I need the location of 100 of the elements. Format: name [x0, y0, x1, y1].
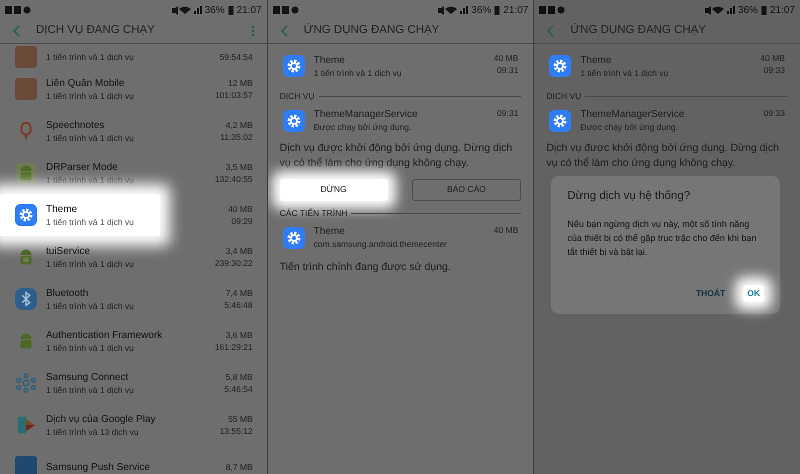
- app-info: com.samsung.android.themecenter: [314, 238, 448, 250]
- app-entry[interactable]: Theme 1 tiến trình và 1 dịch vụ: [0, 194, 160, 236]
- run-time: 09:31: [497, 64, 518, 76]
- signal-icons: [438, 6, 468, 14]
- gear-icon: [282, 226, 305, 248]
- description-text: Dịch vụ được khởi động bởi ứng dụng. Dừng dịch vụ có thể làm cho ứng dụng không chạy.: [278, 140, 514, 171]
- battery-percent: 36%: [471, 4, 492, 18]
- memory-size: 7,4 MB: [226, 287, 253, 299]
- dialog-button[interactable]: THOÁT: [692, 285, 730, 302]
- service-info: Được chạy bởi ứng dụng.: [314, 121, 412, 134]
- gear-icon: [282, 55, 305, 77]
- app-info: 1 tiến trình và 1 dịch vụ: [314, 66, 403, 78]
- section-header: DỊCH VỤ: [546, 90, 582, 103]
- memory-size: 4,2 MB: [226, 119, 253, 131]
- memory-size: 40 MB: [760, 52, 785, 64]
- run-time: 5:46:48: [224, 299, 253, 311]
- dialog-button[interactable]: OK: [743, 285, 764, 302]
- run-time: 09:33: [764, 106, 785, 119]
- service-name: ThemeManagerService: [580, 108, 686, 122]
- run-time: 13:55:12: [220, 425, 253, 437]
- app-entry[interactable]: Dịch vụ của Google Play 1 tiến trình và 13 dịch vụ: [0, 404, 220, 446]
- app-entry[interactable]: Liên Quân Mobile 1 tiến trình và 1 dịch vụ: [0, 68, 215, 110]
- run-time: 239:30:22: [214, 257, 253, 269]
- more-menu-icon[interactable]: [250, 25, 255, 37]
- android-icon: [15, 162, 37, 184]
- battery-icon: [760, 5, 767, 15]
- memory-size: 3,5 MB: [226, 161, 253, 173]
- app-info: 1 tiến trình và 1 dịch vụ: [46, 300, 135, 312]
- gear-icon: [15, 204, 37, 226]
- memory-size: 3,6 MB: [226, 329, 253, 341]
- run-time: 59:54:54: [220, 51, 253, 63]
- screen-title: ỨNG DỤNG ĐANG CHẠY: [304, 22, 440, 38]
- app-entry[interactable]: Authentication Framework 1 tiến trình và 1 dịch vụ: [0, 320, 215, 362]
- app-name: Liên Quân Mobile: [46, 76, 126, 90]
- memory-size: 3,4 MB: [226, 245, 253, 257]
- signal-icons: [704, 6, 735, 14]
- bluetooth-icon: [15, 288, 37, 310]
- photo-placeholder: [15, 78, 37, 100]
- dialog-title: Dừng dịch vụ hệ thống?: [567, 189, 692, 204]
- clock-time: 21:07: [770, 4, 795, 18]
- app-entry[interactable]: Speechnotes 1 tiến trình và 1 dịch vụ: [0, 110, 220, 152]
- app-entry[interactable]: 1 tiến trình và 1 dịch vụ: [0, 46, 220, 68]
- gear-icon: [282, 110, 305, 132]
- play-puzzle-icon: [15, 414, 37, 436]
- app-info: 1 tiến trình và 13 dịch vụ: [46, 426, 140, 438]
- run-time: 5:46:54: [224, 383, 253, 395]
- app-info: 1 tiến trình và 1 dịch vụ: [46, 216, 135, 228]
- memory-size: 5,8 MB: [226, 371, 253, 383]
- app-name: Theme: [314, 54, 346, 66]
- app-entry[interactable]: tuiService 1 tiến trình và 1 dịch vụ: [0, 236, 215, 278]
- app-name: Authentication Framework: [46, 328, 164, 342]
- photo-placeholder: [15, 46, 37, 68]
- signal-icons: [172, 6, 202, 14]
- memory-size: 40 MB: [494, 52, 518, 64]
- app-name: Samsung Push Service: [46, 460, 151, 474]
- app-entry[interactable]: Bluetooth 1 tiến trình và 1 dịch vụ: [0, 278, 224, 320]
- section-header: CÁC TIẾN TRÌNH: [280, 206, 348, 220]
- memory-size: 55 MB: [228, 413, 253, 425]
- battery-percent: 36%: [738, 4, 758, 18]
- app-icon: [15, 456, 37, 474]
- app-info: 1 tiến trình và 1 dịch vụ: [46, 342, 135, 354]
- app-name: Theme: [580, 54, 612, 66]
- app-name: Bluetooth: [46, 286, 90, 300]
- run-time: 09:29: [231, 215, 253, 227]
- network-icon: [15, 372, 37, 394]
- app-entry[interactable]: DRParser Mode 1 tiến trình và 1 dịch vụ: [0, 152, 215, 194]
- back-icon[interactable]: [546, 25, 554, 37]
- app-info: 1 tiến trình và 1 dịch vụ: [46, 51, 135, 63]
- action-button[interactable]: BÁO CÁO: [412, 178, 522, 201]
- app-name: tuiService: [46, 244, 91, 258]
- service-name: ThemeManagerService: [314, 108, 419, 122]
- back-icon[interactable]: [12, 25, 20, 37]
- back-icon[interactable]: [280, 25, 288, 37]
- dialog-message: Nếu bạn ngừng dịch vụ này, một số tính năng của thiết bị có thể gặp trục trặc cho đến khi bạn tắt thiết bị và bật lại.: [567, 218, 758, 260]
- app-info: 1 tiến trình và 1 dịch vụ: [46, 174, 135, 186]
- app-name: Theme: [314, 225, 346, 238]
- action-button[interactable]: DỪNG: [280, 178, 388, 201]
- battery-icon: [494, 5, 500, 15]
- screen-title: DỊCH VỤ ĐANG CHẠY: [36, 23, 156, 38]
- app-name: Theme: [46, 202, 78, 216]
- run-time: 11:35:02: [220, 131, 253, 143]
- app-info: 1 tiến trình và 1 dịch vụ: [46, 90, 135, 102]
- app-entry[interactable]: Samsung Push Service: [0, 446, 226, 474]
- run-time: 09:31: [497, 106, 518, 119]
- memory-size: 8,7 MB: [226, 461, 253, 473]
- run-time: 161:29:21: [214, 341, 253, 353]
- gear-icon: [549, 110, 572, 132]
- gear-icon: [549, 55, 572, 77]
- app-name: Speechnotes: [46, 118, 106, 132]
- notification-icons: [539, 6, 566, 14]
- battery-percent: 36%: [204, 4, 225, 18]
- process-note: Tiến trình chính đang được sử dụng.: [278, 260, 452, 274]
- app-entry[interactable]: Samsung Connect 1 tiến trình và 1 dịch vụ: [0, 362, 224, 404]
- memory-size: 40 MB: [494, 224, 518, 236]
- service-info: Được chạy bởi ứng dụng.: [580, 121, 679, 134]
- app-info: 1 tiến trình và 1 dịch vụ: [46, 132, 135, 144]
- memory-size: 40 MB: [228, 203, 253, 215]
- screen-title: ỨNG DỤNG ĐANG CHẠY: [570, 22, 708, 38]
- app-info: 1 tiến trình và 1 dịch vụ: [46, 384, 135, 396]
- clock-time: 21:07: [236, 4, 262, 18]
